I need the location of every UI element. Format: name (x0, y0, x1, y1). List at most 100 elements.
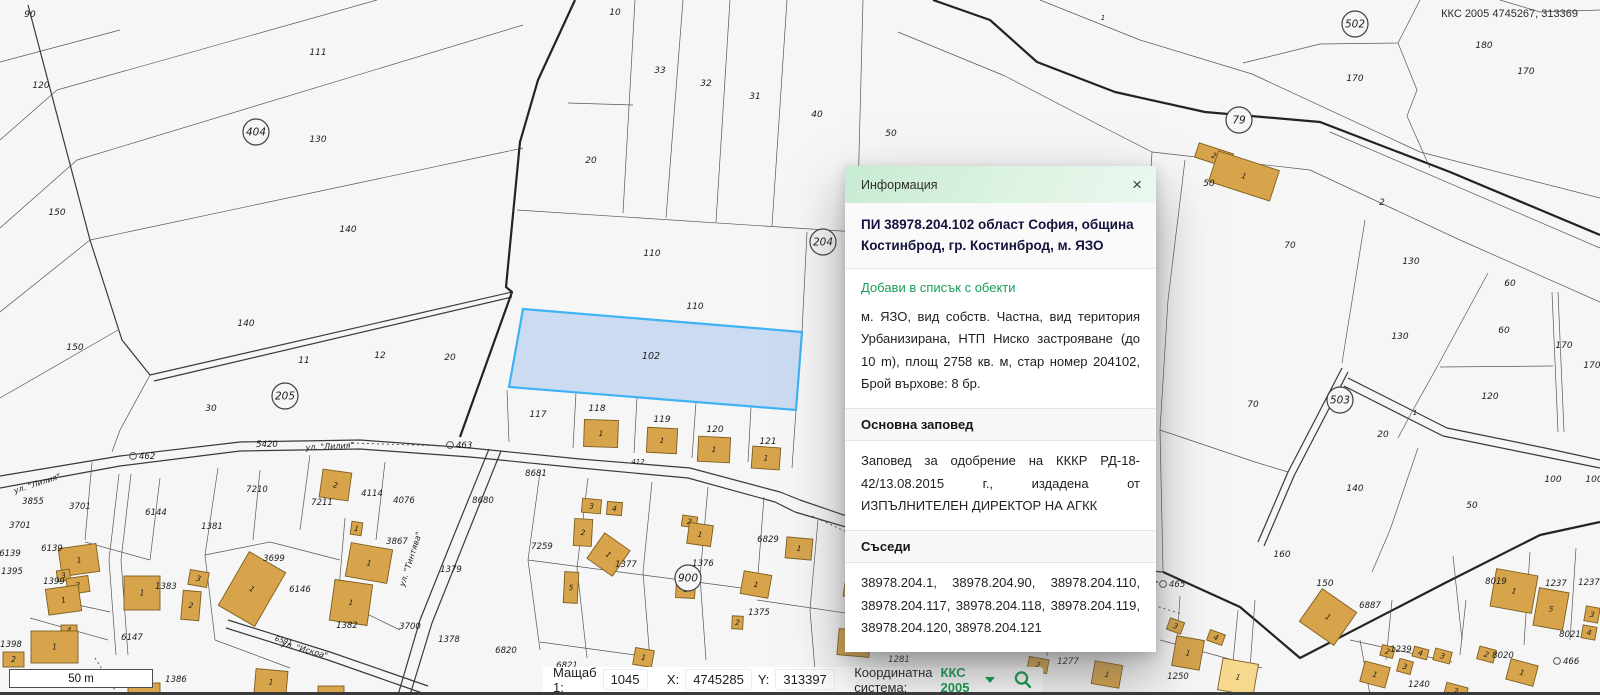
parcel-number-label: 140 (1346, 484, 1363, 494)
building: 1 (740, 571, 772, 599)
parcel-number-label: 3855 (22, 497, 44, 507)
parcel-number-label: 70 (1284, 241, 1296, 251)
building: 1 (1506, 659, 1538, 687)
svg-text:1: 1 (796, 544, 802, 553)
y-label: Y: (758, 672, 770, 687)
svg-text:1: 1 (140, 589, 145, 598)
building: 1 (1490, 569, 1538, 614)
building: 1 (785, 537, 813, 560)
svg-text:5: 5 (568, 583, 573, 592)
survey-point: 466 (1554, 657, 1580, 667)
svg-text:2: 2 (11, 655, 16, 664)
zone-number-circle: 205 (272, 383, 298, 409)
parcel-number-label: 12 (374, 351, 386, 361)
scale-bar: 50 m (9, 669, 153, 688)
parcel-number-label: 4114 (361, 489, 383, 499)
parcel-number-label: 1379 (440, 565, 462, 575)
parcel-number-label: 33 (654, 66, 666, 76)
svg-text:503: 503 (1330, 395, 1350, 407)
crs-selected-value[interactable]: ККС 2005 (941, 665, 971, 695)
parcel-number-label: 6139 (0, 549, 21, 559)
parcel-number-label: 160 (1273, 550, 1290, 560)
parcel-number-label: 130 (309, 135, 326, 145)
info-panel-header: Информация × (845, 166, 1156, 203)
svg-text:462: 462 (139, 452, 155, 462)
svg-text:205: 205 (275, 391, 295, 403)
building: 1 (584, 419, 619, 447)
building: 2 (181, 590, 201, 620)
building: 1 (1172, 636, 1205, 670)
street-name-label: ул. "Лилия" (304, 441, 354, 453)
selected-parcel-layer: 102 (509, 309, 802, 410)
parcel-number-label: 40 (811, 110, 823, 120)
parcel-number-label: 7259 (531, 542, 553, 552)
parcel-number-label: 3700 (399, 622, 421, 632)
parcel-number-label: 20 (1377, 430, 1389, 440)
parcel-number-label: 1 (1413, 409, 1417, 417)
x-value-field[interactable]: 4745285 (685, 669, 752, 690)
parcel-number-label: 111 (309, 48, 326, 58)
crs-label: Координатна система: (854, 665, 932, 695)
parcel-number-label: 8681 (525, 469, 547, 479)
parcel-number-label: 6139 (41, 544, 63, 554)
map-canvas[interactable]: 1021111211321412132111211342151211211211… (0, 0, 1600, 695)
parcel-number-label: 50 (885, 129, 897, 139)
parcel-number-label: 3701 (9, 521, 31, 531)
parcel-number-label: 10 (609, 8, 621, 18)
parcel-number-label: 130 (1391, 332, 1408, 342)
info-panel: Информация × ПИ 38978.204.102 област Соф… (845, 166, 1156, 652)
magnifier-icon (1013, 670, 1033, 690)
parcel-number-label: 120 (1481, 392, 1498, 402)
building: 1 (1360, 661, 1391, 688)
building: 4 (1581, 625, 1597, 640)
chevron-down-icon[interactable] (985, 677, 995, 683)
svg-text:1: 1 (659, 436, 664, 445)
neighbors-list: 38978.204.1, 38978.204.90, 38978.204.110… (845, 563, 1156, 652)
parcel-number-label: 1378 (438, 635, 460, 645)
building: 1 (1209, 151, 1280, 201)
parcel-number-label: 8020 (1492, 651, 1514, 661)
parcel-number-label: 120 (706, 425, 723, 435)
building: 4 (1412, 646, 1429, 660)
close-icon[interactable]: × (1132, 176, 1142, 193)
svg-text:1: 1 (598, 429, 603, 438)
parcel-number-label: 1399 (43, 577, 65, 587)
svg-text:2: 2 (735, 618, 740, 627)
building: 1 (31, 631, 78, 663)
building: 1 (697, 436, 730, 463)
parcel-number-label: 90 (24, 10, 36, 20)
svg-text:1: 1 (763, 453, 768, 462)
add-to-object-list-link[interactable]: Добави в списък с обекти (845, 269, 1156, 297)
search-button[interactable] (1013, 670, 1033, 690)
svg-text:1: 1 (711, 445, 716, 454)
parcel-number-label: 50 (1203, 179, 1215, 189)
street-name-label: ул. "Искра" (280, 638, 329, 660)
parcel-number-label: 1381 (201, 522, 223, 532)
svg-text:1: 1 (52, 643, 57, 652)
parcel-number-label: 11 (298, 356, 309, 366)
parcel-number-label: 70 (1247, 400, 1259, 410)
parcel-number-label: 3867 (386, 537, 408, 547)
building: 4 (606, 501, 622, 515)
parcel-number-label: 1250 (1167, 672, 1189, 682)
parcel-number-label: 6829 (757, 535, 779, 545)
building: 1 (751, 446, 780, 470)
building: 1 (1091, 661, 1123, 689)
cadastral-map-app: 1021111211321412132111211342151211211211… (0, 0, 1600, 695)
scale-value-field[interactable]: 1045 (603, 669, 648, 690)
cursor-coordinates-readout: ККС 2005 4745267, 313369 (1441, 8, 1578, 20)
parcel-number-label: 412 (631, 458, 645, 466)
parcel-number-label: 60 (1498, 326, 1510, 336)
svg-text:465: 465 (1169, 580, 1185, 590)
buildings-layer: 1111211321412132111211342151211211211324… (3, 143, 1600, 695)
building: 1 (350, 521, 363, 535)
building: 1 (1217, 658, 1258, 695)
parcel-number-label: 170 (1583, 361, 1600, 371)
scale-bar-label: 50 m (68, 673, 94, 685)
parcel-number-label: 119 (653, 415, 670, 425)
zone-number-circle: 404 (243, 119, 269, 145)
x-label: X: (667, 672, 679, 687)
parcel-number-label: 6820 (495, 646, 517, 656)
y-value-field[interactable]: 313397 (775, 669, 834, 690)
street-name-label: ул. "Лилия" (12, 472, 62, 496)
